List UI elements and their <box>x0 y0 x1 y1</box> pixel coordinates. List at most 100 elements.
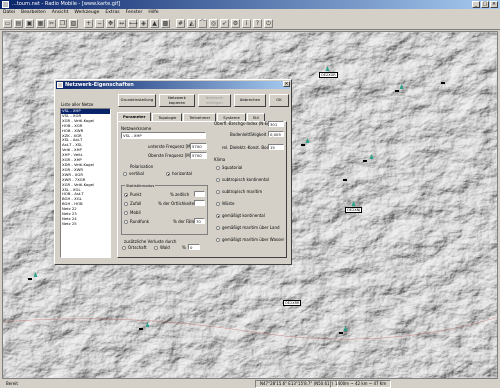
open-icon[interactable]: ▤ <box>14 19 23 28</box>
loss-forest-radio[interactable] <box>154 246 158 250</box>
polarization-vertical-radio[interactable] <box>123 172 127 176</box>
menu-view[interactable]: Ansicht <box>49 9 72 17</box>
antenna-icon[interactable] <box>343 326 348 331</box>
tab-systems[interactable]: Systeme <box>217 113 246 121</box>
climate-radio[interactable] <box>216 238 220 242</box>
route-icon[interactable]: ➶ <box>220 19 229 28</box>
link-icon[interactable]: ⟷ <box>128 19 138 28</box>
map-label[interactable] <box>28 278 32 280</box>
menu-tools[interactable]: Werkzeuge <box>71 9 102 17</box>
stat-mobile-label: Mobil <box>130 210 141 215</box>
climate-radio[interactable] <box>216 166 220 170</box>
locations-pct-field[interactable] <box>194 200 205 206</box>
loss-pct-label: % <box>182 245 186 250</box>
climate-option-label: äquatorial <box>222 165 243 170</box>
map-label[interactable] <box>139 328 143 330</box>
tab-style[interactable]: Stil <box>246 113 265 121</box>
maximize-button[interactable]: □ <box>481 1 489 8</box>
print-icon[interactable]: ▦ <box>36 19 45 28</box>
settings-icon[interactable]: ⚙ <box>231 19 240 28</box>
map-label[interactable]: OE2XGR <box>319 72 338 78</box>
tab-topology[interactable]: Topologie <box>152 113 183 121</box>
measure-icon[interactable]: ↔ <box>117 19 126 28</box>
map-label[interactable] <box>395 90 399 92</box>
elevation-icon[interactable]: ◭ <box>187 19 196 28</box>
antenna-icon[interactable] <box>369 154 374 159</box>
new-icon[interactable]: ▭ <box>3 19 12 28</box>
tab-strip: Parameter Topologie Teilnehmer Systeme S… <box>117 112 266 121</box>
polarization-horizontal-radio[interactable] <box>166 172 170 176</box>
grid-icon[interactable]: # <box>176 19 185 28</box>
stat-point-label: Punkt <box>130 192 142 197</box>
copy-network-button[interactable]: Netzwerk kopieren <box>159 94 195 107</box>
profile-icon[interactable]: ⌒ <box>198 19 207 28</box>
map-label[interactable] <box>343 179 347 181</box>
tab-parameter[interactable]: Parameter <box>117 112 152 121</box>
save-icon[interactable]: ▣ <box>25 19 34 28</box>
min-freq-field[interactable]: 5700 <box>190 143 207 150</box>
climate-radio[interactable] <box>216 202 220 206</box>
antenna-icon[interactable] <box>351 201 356 206</box>
menu-window[interactable]: Fenster <box>123 9 146 17</box>
map-label[interactable] <box>363 160 367 162</box>
paste-network-button[interactable]: Netzwerk einfügen <box>198 94 231 107</box>
pan-icon[interactable]: ✥ <box>106 19 115 28</box>
map-label[interactable] <box>301 144 305 146</box>
refractivity-field[interactable]: 301 <box>268 121 284 127</box>
map-label[interactable] <box>339 332 343 334</box>
help-icon[interactable]: ? <box>253 19 262 28</box>
copy-icon[interactable]: ❐ <box>58 19 67 28</box>
dialog-titlebar: Netzwerk-Eigenschaften <box>56 81 290 89</box>
app-icon[interactable] <box>2 1 9 8</box>
network-name-field[interactable]: VSL - XHP <box>121 132 206 139</box>
minimize-button[interactable]: _ <box>472 1 480 8</box>
cancel-button[interactable]: Abbrechen <box>234 94 266 107</box>
loss-city-radio[interactable] <box>122 246 126 250</box>
map-icon[interactable]: ▩ <box>161 19 170 28</box>
climate-radio[interactable] <box>216 214 220 218</box>
exit-icon[interactable]: ⏻ <box>264 19 273 28</box>
antenna-icon[interactable] <box>33 272 38 277</box>
menu-help[interactable]: Hilfe <box>145 9 161 17</box>
map-label[interactable]: OE2XRR <box>283 300 302 306</box>
max-freq-field[interactable]: 5700 <box>190 152 207 159</box>
situations-pct-field[interactable]: 70 <box>194 218 205 224</box>
climate-radio[interactable] <box>216 226 220 230</box>
menu-file[interactable]: Datei <box>0 9 18 17</box>
coverage-icon[interactable]: ◎ <box>209 19 218 28</box>
antenna-icon[interactable] <box>399 84 404 89</box>
loss-pct-field[interactable]: 0 <box>188 244 200 250</box>
stat-point-radio[interactable] <box>124 193 128 197</box>
network-list[interactable]: VSL - XHP VSL - XGR XGR - Veitl-Kogel HOB -… <box>60 108 111 258</box>
tab-members[interactable]: Teilnehmer <box>183 113 217 121</box>
cut-icon[interactable]: ✂ <box>47 19 56 28</box>
network-list-item[interactable]: Netz 25 <box>61 221 110 227</box>
permittivity-field[interactable]: 15 <box>268 144 284 150</box>
stat-random-radio[interactable] <box>124 202 128 206</box>
map-label[interactable]: OE2XNJ <box>345 207 363 213</box>
stat-broadcast-radio[interactable] <box>124 220 128 224</box>
time-pct-field[interactable] <box>194 191 205 197</box>
close-button[interactable]: × <box>490 1 498 8</box>
climate-radio[interactable] <box>216 178 220 182</box>
antenna-icon[interactable] <box>305 138 310 143</box>
zoom-out-icon[interactable]: − <box>95 19 104 28</box>
info-icon[interactable]: i <box>242 19 251 28</box>
climate-label: Klima <box>214 157 226 162</box>
antenna-icon[interactable] <box>145 322 150 327</box>
stat-mobile-radio[interactable] <box>124 211 128 215</box>
paste-icon[interactable]: ▧ <box>69 19 78 28</box>
zoom-in-icon[interactable]: + <box>84 19 93 28</box>
conductivity-field[interactable]: 0,005 <box>268 131 284 137</box>
status-text: Bereit <box>6 381 18 386</box>
antenna-icon[interactable] <box>325 66 330 71</box>
menu-edit[interactable]: Bearbeiten <box>18 9 49 17</box>
climate-radio[interactable] <box>216 190 220 194</box>
menu-extras[interactable]: Extras <box>102 9 122 17</box>
map-label[interactable] <box>441 82 445 84</box>
dialog-close-button[interactable]: × <box>283 81 290 87</box>
antenna-icon[interactable]: ▲ <box>150 19 159 28</box>
defaults-button[interactable]: Grundeinstellung <box>118 94 156 107</box>
ok-button[interactable]: OK <box>269 94 289 107</box>
network-icon[interactable]: ◈ <box>139 19 148 28</box>
